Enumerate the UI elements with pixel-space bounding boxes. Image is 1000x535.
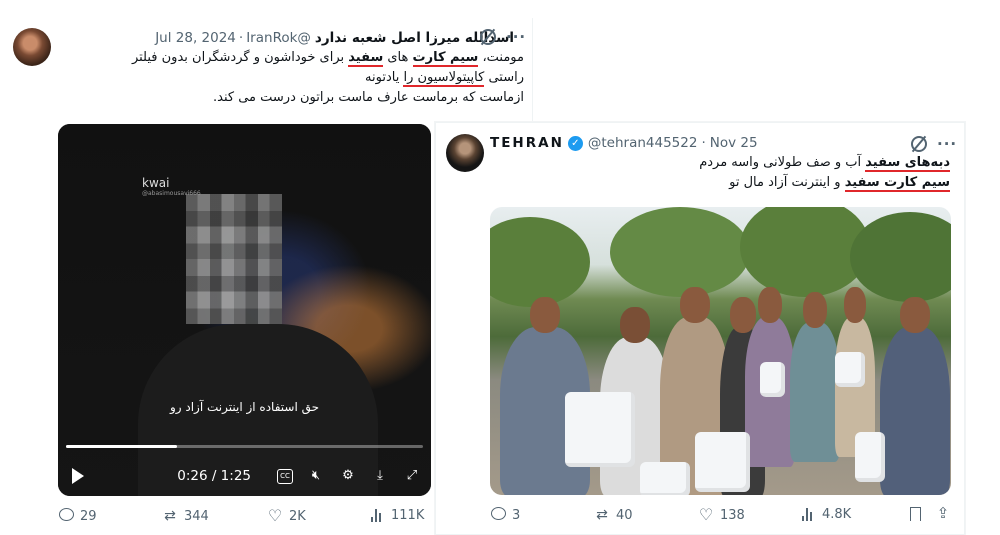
water-jug — [640, 462, 690, 495]
tweet-text-line: ازماست که برماست عارف ماست براتون درست م… — [54, 88, 524, 108]
text-segment: های — [383, 50, 413, 65]
repost-icon: ⇄ — [596, 507, 608, 523]
highlighted-text: دبه‌های سفید — [865, 155, 950, 172]
water-jug — [760, 362, 785, 397]
tree — [610, 207, 750, 297]
repost-button[interactable]: ⇄ 344 — [162, 508, 209, 524]
repost-count: 344 — [184, 508, 209, 524]
more-icon[interactable]: ··· — [937, 135, 957, 153]
video-progress-fill — [66, 445, 177, 448]
text-segment: یادتونه — [365, 70, 404, 85]
underlined-text: کاپیتولاسیون را — [403, 70, 485, 87]
separator-dot: · — [238, 30, 244, 46]
repost-icon: ⇄ — [164, 508, 176, 524]
grok-icon[interactable] — [911, 136, 927, 152]
settings-icon[interactable]: ⚙ — [339, 467, 357, 485]
repost-count: 40 — [616, 507, 633, 523]
video-controls: 0:26 / 1:25 CC 🔇︎ ⚙ ⤓ ⤢ — [68, 464, 421, 488]
tweet-text: دبه‌های سفید آب و صف طولانی واسه مردم سی… — [490, 153, 950, 193]
views-icon — [802, 508, 816, 521]
water-jug — [855, 432, 885, 482]
like-count: 138 — [720, 507, 745, 523]
tree — [490, 217, 590, 307]
mute-icon[interactable]: 🔇︎ — [307, 467, 325, 485]
kwai-logo-text: kwai — [142, 176, 170, 190]
blurred-person — [138, 194, 378, 496]
water-jug — [565, 392, 635, 467]
views-button[interactable]: 4.8K — [802, 507, 851, 522]
tweet-text-line: دبه‌های سفید آب و صف طولانی واسه مردم — [490, 153, 950, 173]
reply-icon — [58, 508, 74, 524]
tweet-photo[interactable] — [490, 207, 951, 495]
tweet-date[interactable]: Jul 28, 2024 — [155, 30, 236, 46]
video-player[interactable]: kwai @abasimousavi666 حق استفاده از اینت… — [58, 124, 431, 496]
tweet-text-line: راستی کاپیتولاسیون را یادتونه — [54, 68, 524, 88]
user-handle[interactable]: @tehran445522 — [588, 135, 698, 151]
reply-icon — [490, 507, 506, 523]
verified-badge-icon[interactable]: ✓ — [567, 135, 583, 151]
bookmark-button[interactable] — [910, 507, 921, 521]
like-button[interactable]: ♡ 2K — [267, 508, 306, 524]
pip-icon[interactable]: ⤓ — [371, 467, 389, 485]
share-button[interactable]: ⇪ — [935, 505, 951, 521]
text-segment: راستی — [484, 70, 524, 85]
reply-button[interactable]: 3 — [490, 507, 520, 523]
highlighted-text: سیم کارت — [412, 50, 479, 67]
user-handle[interactable]: @IranRok — [246, 30, 311, 46]
tweet-header: اسدالله میرزا اصل شعبه ندارد @IranRok · … — [155, 30, 514, 46]
separator-dot: · — [701, 135, 706, 151]
water-jug — [695, 432, 750, 492]
text-segment: مومنت، — [478, 50, 524, 65]
views-button[interactable]: 111K — [371, 508, 424, 523]
heart-icon: ♡ — [698, 505, 714, 524]
text-segment: برای خوداشون و گردشگران بدون فیلتر — [131, 50, 349, 65]
text-segment: و اینترنت آزاد مال تو — [729, 175, 845, 190]
text-segment: آب و صف طولانی واسه مردم — [699, 155, 866, 170]
highlighted-text: سفید — [348, 50, 384, 67]
kwai-handle: @abasimousavi666 — [142, 190, 201, 197]
tweet-date[interactable]: Nov 25 — [710, 135, 758, 151]
like-button[interactable]: ♡ 138 — [698, 507, 745, 523]
kwai-watermark: kwai @abasimousavi666 — [142, 176, 201, 197]
reply-button[interactable]: 29 — [58, 508, 97, 524]
grok-icon[interactable] — [480, 29, 496, 45]
reply-count: 29 — [80, 508, 97, 524]
view-count: 111K — [391, 508, 425, 523]
water-jug — [835, 352, 865, 387]
bookmark-icon — [910, 507, 921, 521]
avatar[interactable] — [13, 28, 51, 66]
like-count: 2K — [289, 508, 306, 524]
display-name[interactable]: TEHRAN — [490, 135, 564, 151]
more-icon[interactable]: ··· — [506, 28, 526, 46]
avatar[interactable] — [446, 134, 484, 172]
repost-button[interactable]: ⇄ 40 — [594, 507, 633, 523]
view-count: 4.8K — [822, 507, 852, 522]
highlighted-text: سیم کارت سفید — [844, 175, 950, 192]
person — [880, 297, 950, 495]
video-subtitle: حق استفاده از اینترنت آزاد رو — [169, 400, 320, 414]
share-icon: ⇪ — [936, 504, 950, 522]
heart-icon: ♡ — [267, 506, 283, 525]
tweet-card-tehran[interactable]: TEHRAN ✓ @tehran445522 · Nov 25 ··· دبه‌… — [435, 122, 965, 535]
tweet-text-line: مومنت، سیم کارت های سفید برای خوداشون و … — [54, 48, 524, 68]
text-segment: ازماست که برماست عارف ماست براتون درست م… — [213, 90, 524, 105]
views-icon — [371, 509, 385, 522]
play-icon[interactable] — [72, 468, 84, 484]
video-progress-bar[interactable] — [66, 445, 423, 448]
tree — [850, 212, 951, 302]
video-time: 0:26 / 1:25 — [177, 468, 251, 484]
captions-icon[interactable]: CC — [277, 468, 293, 484]
tweet-top-actions: ··· — [480, 28, 526, 46]
tweet-top-actions: ··· — [911, 135, 957, 153]
fullscreen-icon[interactable]: ⤢ — [403, 467, 421, 485]
tweet-text: مومنت، سیم کارت های سفید برای خوداشون و … — [54, 48, 524, 108]
tweet-text-line: سیم کارت سفید و اینترنت آزاد مال تو — [490, 173, 950, 193]
tweet-header: TEHRAN ✓ @tehran445522 · Nov 25 — [490, 135, 758, 151]
pixelated-face — [186, 194, 282, 324]
person — [790, 292, 840, 462]
reply-count: 3 — [512, 507, 521, 523]
